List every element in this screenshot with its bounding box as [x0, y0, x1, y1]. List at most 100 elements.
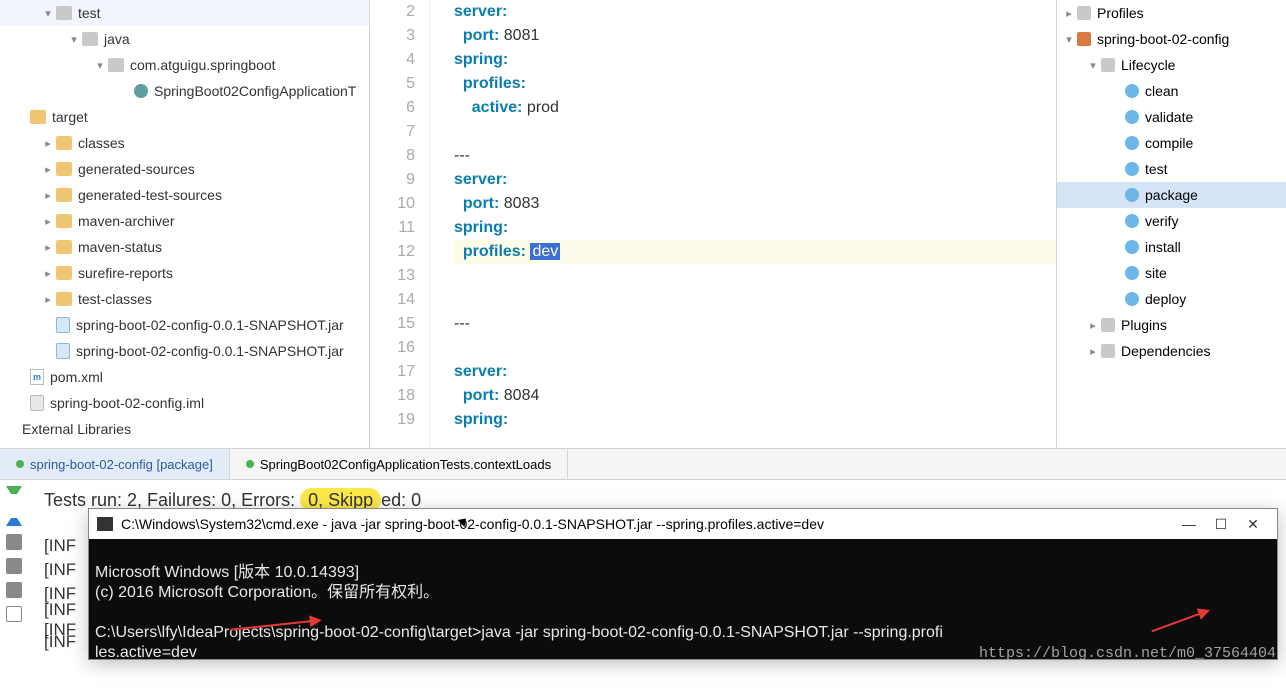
maven-item[interactable]: clean — [1057, 78, 1286, 104]
expand-arrow-icon[interactable]: ▾ — [92, 59, 108, 72]
code-line[interactable]: port: 8083 — [454, 192, 1056, 216]
expand-arrow-icon[interactable]: ▾ — [66, 33, 82, 46]
maven-item[interactable]: ▾spring-boot-02-config — [1057, 26, 1286, 52]
status-dot-icon — [246, 460, 254, 468]
gear-icon — [1125, 136, 1139, 150]
tree-item[interactable]: SpringBoot02ConfigApplicationT — [0, 78, 369, 104]
folder-icon — [56, 240, 72, 254]
trash-icon[interactable] — [6, 606, 22, 622]
class-icon — [134, 84, 148, 98]
editor-content[interactable]: server: port: 8081spring: profiles: acti… — [430, 0, 1056, 448]
expand-arrow-icon[interactable]: ▸ — [40, 241, 56, 254]
maven-item[interactable]: test — [1057, 156, 1286, 182]
expand-arrow-icon[interactable]: ▾ — [1061, 33, 1077, 46]
expand-arrow-icon[interactable]: ▸ — [40, 163, 56, 176]
scroll-down-icon[interactable] — [6, 510, 22, 526]
cmd-titlebar[interactable]: C:\Windows\System32\cmd.exe - java -jar … — [89, 509, 1277, 539]
close-button[interactable]: ✕ — [1237, 516, 1269, 533]
tree-item[interactable]: ▸test-classes — [0, 286, 369, 312]
folder-icon — [56, 214, 72, 228]
maven-item[interactable]: deploy — [1057, 286, 1286, 312]
code-line[interactable]: server: — [454, 360, 1056, 384]
tree-item[interactable]: ▸generated-sources — [0, 156, 369, 182]
expand-arrow-icon[interactable]: ▸ — [40, 267, 56, 280]
tree-item[interactable]: ▾test — [0, 0, 369, 26]
expand-arrow-icon[interactable]: ▾ — [40, 7, 56, 20]
code-line[interactable]: active: prod — [454, 96, 1056, 120]
code-line[interactable]: port: 8081 — [454, 24, 1056, 48]
tree-item-label: maven-archiver — [78, 213, 174, 229]
code-line[interactable] — [454, 120, 1056, 144]
code-line[interactable]: server: — [454, 168, 1056, 192]
project-tree[interactable]: ▾test▾java▾com.atguigu.springbootSpringB… — [0, 0, 370, 448]
minimize-button[interactable]: — — [1173, 516, 1205, 532]
code-line[interactable]: spring: — [454, 48, 1056, 72]
cmd-window[interactable]: C:\Windows\System32\cmd.exe - java -jar … — [88, 508, 1278, 660]
code-line[interactable]: port: 8084 — [454, 384, 1056, 408]
maven-item[interactable]: ▸Dependencies — [1057, 338, 1286, 364]
watermark-text: https://blog.csdn.net/m0_37564404 — [979, 645, 1276, 662]
print-icon[interactable] — [6, 582, 22, 598]
cmd-body[interactable]: Microsoft Windows [版本 10.0.14393] (c) 20… — [89, 539, 1277, 687]
tree-item[interactable]: External Libraries — [0, 416, 369, 442]
expand-arrow-icon[interactable]: ▸ — [1061, 7, 1077, 20]
maven-item[interactable]: ▸ Profiles — [1057, 0, 1286, 26]
tree-item[interactable]: spring-boot-02-config-0.0.1-SNAPSHOT.jar — [0, 312, 369, 338]
maven-item-label: compile — [1145, 135, 1193, 151]
maven-item[interactable]: site — [1057, 260, 1286, 286]
code-line[interactable] — [454, 288, 1056, 312]
code-line[interactable]: profiles: — [454, 72, 1056, 96]
maven-item[interactable]: compile — [1057, 130, 1286, 156]
expand-arrow-icon[interactable]: ▸ — [40, 189, 56, 202]
code-line[interactable] — [454, 336, 1056, 360]
maven-item-label: clean — [1145, 83, 1178, 99]
wrap-icon[interactable] — [6, 558, 22, 574]
tree-item[interactable]: ▸ maven-archiver — [0, 208, 369, 234]
maximize-button[interactable]: ☐ — [1205, 516, 1237, 533]
filter-icon[interactable] — [6, 534, 22, 550]
expand-arrow-icon[interactable]: ▸ — [40, 137, 56, 150]
code-line[interactable]: spring: — [454, 408, 1056, 432]
expand-arrow-icon[interactable]: ▸ — [1085, 345, 1101, 358]
maven-item[interactable]: validate — [1057, 104, 1286, 130]
tree-item[interactable]: ▾com.atguigu.springboot — [0, 52, 369, 78]
maven-item-label: Profiles — [1097, 5, 1144, 21]
tree-item[interactable]: ▸classes — [0, 130, 369, 156]
code-line[interactable]: --- — [454, 144, 1056, 168]
maven-item[interactable]: install — [1057, 234, 1286, 260]
expand-arrow-icon[interactable]: ▸ — [40, 215, 56, 228]
maven-item[interactable]: verify — [1057, 208, 1286, 234]
code-line[interactable]: spring: — [454, 216, 1056, 240]
tree-item[interactable]: spring-boot-02-config-0.0.1-SNAPSHOT.jar — [0, 338, 369, 364]
tree-item[interactable]: mpom.xml — [0, 364, 369, 390]
expand-arrow-icon[interactable]: ▸ — [1085, 319, 1101, 332]
tree-item[interactable]: ▸maven-status — [0, 234, 369, 260]
folder-icon — [108, 58, 124, 72]
expand-arrow-icon[interactable]: ▾ — [1085, 59, 1101, 72]
code-line[interactable] — [454, 264, 1056, 288]
tree-item-label: java — [104, 31, 130, 47]
maven-item[interactable]: ▸Plugins — [1057, 312, 1286, 338]
tree-item[interactable]: target — [0, 104, 369, 130]
maven-item[interactable]: package — [1057, 182, 1286, 208]
maven-item[interactable]: ▾Lifecycle — [1057, 52, 1286, 78]
tree-item-label: SpringBoot02ConfigApplicationT — [154, 83, 356, 99]
tree-item[interactable]: ▸ generated-test-sources — [0, 182, 369, 208]
status-dot-icon — [16, 460, 24, 468]
code-editor[interactable]: 2345678910111213141516171819 server: por… — [370, 0, 1056, 448]
xml-icon: m — [30, 369, 44, 385]
log-line: [INF — [44, 560, 76, 580]
code-line[interactable]: profiles: dev — [454, 240, 1056, 264]
run-tabs: spring-boot-02-config [package] SpringBo… — [0, 448, 1286, 480]
scroll-up-icon[interactable] — [6, 486, 22, 502]
run-tab-tests[interactable]: SpringBoot02ConfigApplicationTests.conte… — [230, 449, 568, 479]
run-tab-package[interactable]: spring-boot-02-config [package] — [0, 449, 230, 479]
code-line[interactable]: server: — [454, 0, 1056, 24]
tree-item[interactable]: spring-boot-02-config.iml — [0, 390, 369, 416]
tree-item[interactable]: ▸surefire-reports — [0, 260, 369, 286]
maven-panel[interactable]: ▸ Profiles ▾spring-boot-02-config▾Lifecycl… — [1056, 0, 1286, 448]
tree-item[interactable]: ▾ java — [0, 26, 369, 52]
code-line[interactable]: --- — [454, 312, 1056, 336]
tree-item-label: generated-test-sources — [78, 187, 222, 203]
expand-arrow-icon[interactable]: ▸ — [40, 293, 56, 306]
